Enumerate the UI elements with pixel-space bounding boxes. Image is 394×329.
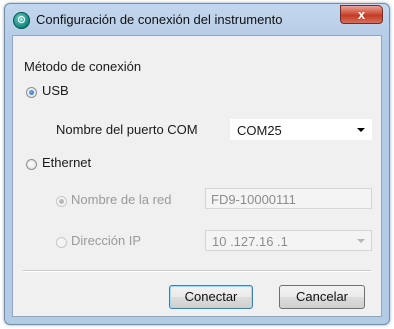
network-name-radio[interactable] — [56, 196, 67, 207]
connect-button[interactable]: Conectar — [169, 285, 253, 309]
ip-address-select[interactable]: 10 .127.16 .1 — [205, 230, 372, 251]
ip-address-label[interactable]: Dirección IP — [71, 233, 141, 248]
window-title: Configuración de conexión del instrument… — [36, 12, 283, 27]
dialog-body: Método de conexión USB Nombre del puerto… — [12, 35, 382, 317]
dialog-window: ⊙ Configuración de conexión del instrume… — [4, 3, 390, 325]
com-port-value: COM25 — [237, 123, 282, 138]
ip-address-value: 10 .127.16 .1 — [212, 234, 288, 249]
ethernet-radio[interactable] — [26, 159, 37, 170]
cancel-button[interactable]: Cancelar — [279, 285, 365, 309]
com-port-label: Nombre del puerto COM — [56, 122, 198, 137]
app-icon: ⊙ — [13, 12, 30, 29]
chevron-down-icon — [357, 239, 365, 243]
close-button[interactable]: x — [340, 5, 383, 24]
title-bar[interactable]: ⊙ Configuración de conexión del instrume… — [5, 4, 389, 36]
network-name-field[interactable]: FD9-10000111 — [205, 188, 372, 209]
network-name-label[interactable]: Nombre de la red — [71, 192, 171, 207]
usb-label[interactable]: USB — [42, 83, 69, 98]
divider — [23, 270, 371, 272]
ip-address-radio[interactable] — [56, 237, 67, 248]
ethernet-label[interactable]: Ethernet — [42, 155, 91, 170]
network-name-value: FD9-10000111 — [211, 192, 296, 207]
chevron-down-icon — [357, 128, 365, 132]
usb-radio[interactable] — [26, 87, 37, 98]
connection-method-heading: Método de conexión — [24, 59, 142, 74]
com-port-select[interactable]: COM25 — [230, 119, 372, 140]
